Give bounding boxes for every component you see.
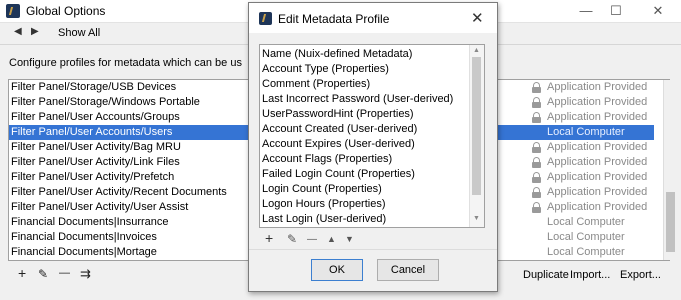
profile-list-scrollbar[interactable] (663, 80, 678, 260)
profile-name: Filter Panel/User Accounts/Groups (11, 111, 180, 123)
close-button[interactable]: ✕ (638, 2, 678, 20)
field-list-scrollbar[interactable]: ▲ ▼ (469, 45, 484, 227)
metadata-field-item[interactable]: UserPasswordHint (Properties) (262, 107, 414, 122)
lock-icon (532, 82, 541, 93)
profile-source: Application Provided (547, 81, 648, 93)
lock-icon (532, 187, 541, 198)
app-icon (6, 4, 20, 18)
metadata-field-item[interactable]: Logon Hours (Properties) (262, 197, 386, 212)
dialog-close-icon[interactable]: ✕ (471, 9, 484, 27)
profile-source: Local Computer (547, 216, 625, 228)
profile-name: Filter Panel/Storage/Windows Portable (11, 96, 200, 108)
metadata-field-item[interactable]: Login Count (Properties) (262, 182, 382, 197)
metadata-field-item[interactable]: Comment (Properties) (262, 77, 370, 92)
profile-name: Filter Panel/User Activity/Recent Docume… (11, 186, 227, 198)
lock-icon (532, 142, 541, 153)
lock-icon (532, 112, 541, 123)
add-profile-icon[interactable]: + (18, 265, 26, 281)
profile-source: Application Provided (547, 186, 648, 198)
lock-icon (532, 202, 541, 213)
profile-name: Filter Panel/User Accounts/Users (11, 126, 173, 138)
metadata-field-item[interactable]: Name (Nuix-defined Metadata) (262, 47, 412, 62)
show-all-link[interactable]: Show All (58, 27, 100, 39)
profile-name: Financial Documents|Mortage (11, 246, 157, 258)
back-arrow-icon[interactable]: ◀ (14, 26, 22, 37)
configure-description: Configure profiles for metadata which ca… (9, 57, 242, 69)
import-export-icon[interactable]: ⇉ (80, 266, 91, 282)
remove-profile-icon[interactable]: — (59, 267, 70, 279)
profile-name: Financial Documents|Insurrance (11, 216, 169, 228)
profile-source: Local Computer (547, 246, 625, 258)
metadata-field-item[interactable]: Account Created (User-derived) (262, 122, 417, 137)
move-down-icon[interactable]: ▼ (345, 234, 354, 244)
edit-metadata-profile-dialog: Edit Metadata Profile ✕ Last Login (User… (248, 2, 498, 292)
import-button[interactable]: Import... (570, 269, 610, 281)
scroll-up-icon[interactable]: ▲ (473, 47, 480, 54)
profile-name: Filter Panel/User Activity/Prefetch (11, 171, 175, 183)
move-up-icon[interactable]: ▲ (327, 234, 336, 244)
lock-icon (532, 172, 541, 183)
scrollbar-thumb[interactable] (472, 57, 481, 195)
profile-source: Application Provided (547, 111, 648, 123)
export-button[interactable]: Export... (620, 269, 661, 281)
duplicate-button[interactable]: Duplicate (523, 269, 569, 281)
profile-name: Financial Documents|Invoices (11, 231, 157, 243)
add-field-icon[interactable]: + (265, 230, 273, 246)
profile-name: Filter Panel/User Activity/User Assist (11, 201, 189, 213)
forward-arrow-icon[interactable]: ▶ (31, 26, 39, 37)
metadata-field-item[interactable]: Account Expires (User-derived) (262, 137, 415, 152)
metadata-field-item[interactable]: Failed Login Count (Properties) (262, 167, 415, 182)
profile-name: Filter Panel/Storage/USB Devices (11, 81, 177, 93)
profile-source: Application Provided (547, 201, 648, 213)
app-icon (259, 12, 272, 25)
metadata-field-item[interactable]: Last Incorrect Password (User-derived) (262, 92, 453, 107)
metadata-field-item[interactable]: Account Type (Properties) (262, 62, 389, 77)
metadata-field-item[interactable]: Last Login (User-derived) (262, 212, 386, 227)
dialog-divider (249, 249, 497, 250)
metadata-field-item[interactable]: Account Flags (Properties) (262, 152, 392, 167)
profile-source: Application Provided (547, 96, 648, 108)
edit-profile-icon[interactable]: ✎ (38, 267, 48, 281)
edit-field-icon[interactable]: ✎ (287, 232, 297, 246)
dialog-title-bar: Edit Metadata Profile ✕ (249, 3, 497, 33)
lock-icon (532, 157, 541, 168)
remove-field-icon[interactable]: — (307, 234, 317, 245)
profile-source: Application Provided (547, 141, 648, 153)
profile-source: Local Computer (547, 126, 625, 138)
profile-source: Application Provided (547, 171, 648, 183)
maximize-button[interactable]: ☐ (596, 2, 636, 20)
dialog-title: Edit Metadata Profile (278, 12, 390, 26)
profile-name: Filter Panel/User Activity/Link Files (11, 156, 180, 168)
ok-button[interactable]: OK (311, 259, 363, 281)
window-title: Global Options (26, 4, 106, 18)
profile-source: Local Computer (547, 231, 625, 243)
metadata-field-list[interactable]: Last Login (User-derived) Logon Hours (Pr… (259, 44, 485, 228)
profile-name: Filter Panel/User Activity/Bag MRU (11, 141, 181, 153)
profile-source: Application Provided (547, 156, 648, 168)
scroll-down-icon[interactable]: ▼ (473, 215, 480, 222)
scrollbar-thumb[interactable] (666, 192, 675, 252)
cancel-button[interactable]: Cancel (377, 259, 439, 281)
lock-icon (532, 97, 541, 108)
